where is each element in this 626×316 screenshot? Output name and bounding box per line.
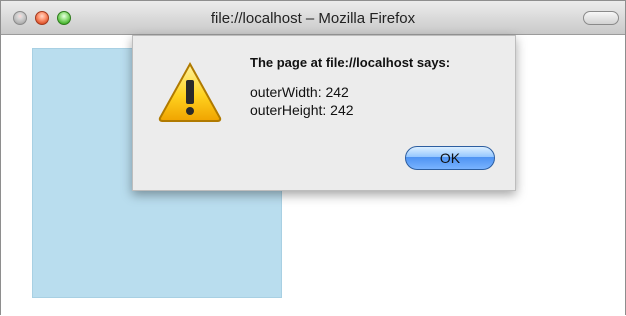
dialog-header: The page at file://localhost says: bbox=[250, 55, 451, 70]
alert-dialog: The page at file://localhost says: outer… bbox=[132, 35, 516, 191]
warning-icon bbox=[157, 60, 223, 122]
dialog-line-outerwidth: outerWidth: 242 bbox=[250, 84, 349, 100]
window-title: file://localhost – Mozilla Firefox bbox=[210, 10, 416, 27]
toolbar-toggle-button[interactable] bbox=[583, 11, 619, 25]
ok-button[interactable]: OK bbox=[405, 146, 495, 170]
warning-icon-graphic bbox=[158, 61, 222, 122]
title-bar: file://localhost – Mozilla Firefox bbox=[1, 1, 625, 35]
dialog-line-outerheight: outerHeight: 242 bbox=[250, 102, 354, 118]
browser-window: file://localhost – Mozilla Firefox The p… bbox=[0, 0, 626, 316]
